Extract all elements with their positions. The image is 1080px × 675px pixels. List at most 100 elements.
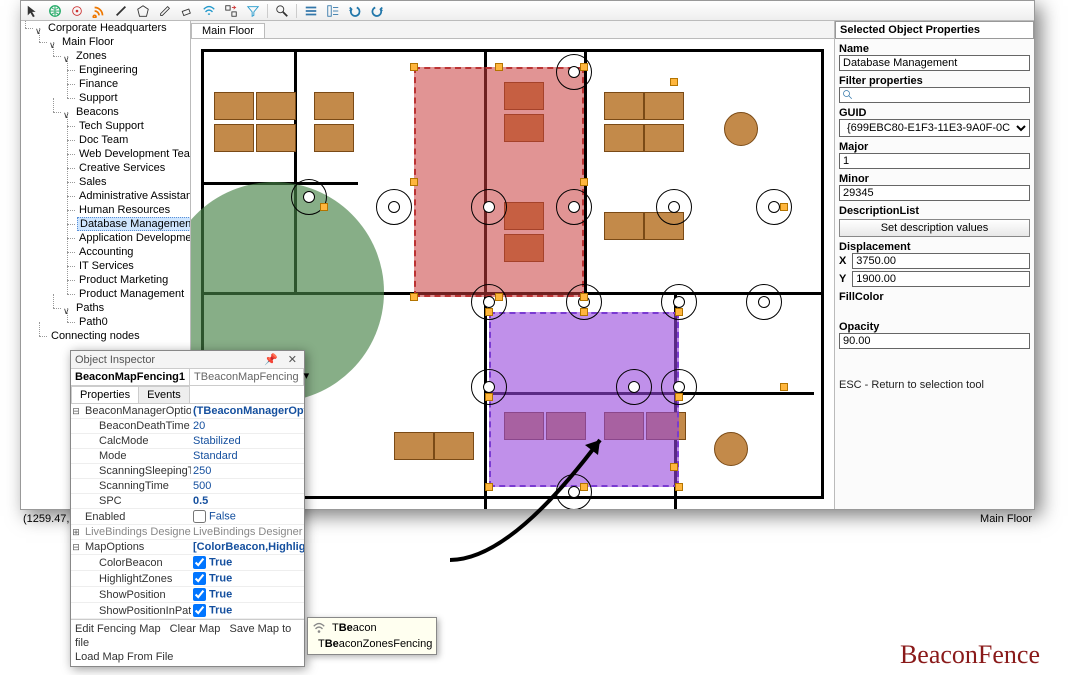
beacon[interactable] xyxy=(556,54,592,90)
prop-value[interactable]: 0.5 xyxy=(191,494,304,508)
major-field[interactable] xyxy=(839,153,1030,169)
funnel-icon[interactable] xyxy=(245,3,261,19)
x-field[interactable] xyxy=(852,253,1030,269)
tree-beacons[interactable]: Beacons xyxy=(74,106,121,118)
prop-value[interactable]: 500 xyxy=(191,479,304,493)
prop-name: Enabled xyxy=(81,510,191,524)
object-inspector[interactable]: Object Inspector 📌✕ BeaconMapFencing1 TB… xyxy=(70,350,305,667)
opacity-label: Opacity xyxy=(839,321,1030,333)
tree-item[interactable]: Finance xyxy=(77,78,120,90)
expand-toggle[interactable]: ⊞ xyxy=(71,527,81,538)
detail-view-icon[interactable] xyxy=(325,3,341,19)
edit-fencing-map[interactable]: Edit Fencing Map xyxy=(75,623,161,635)
wifi-icon[interactable] xyxy=(201,3,217,19)
y-field[interactable] xyxy=(852,271,1030,287)
pin-icon[interactable]: 📌 xyxy=(261,353,281,366)
prop-value[interactable]: True xyxy=(191,587,304,602)
tree-item[interactable]: Product Management xyxy=(77,288,186,300)
polygon-icon[interactable] xyxy=(135,3,151,19)
tree-item[interactable]: Support xyxy=(77,92,120,104)
tree-root[interactable]: Corporate Headquarters xyxy=(46,22,169,34)
globe-icon[interactable] xyxy=(47,3,63,19)
name-field[interactable] xyxy=(839,55,1030,71)
prop-value[interactable]: 250 xyxy=(191,464,304,478)
set-description-button[interactable]: Set description values xyxy=(839,219,1030,237)
pencil-icon[interactable] xyxy=(157,3,173,19)
list-view-icon[interactable] xyxy=(303,3,319,19)
tab-properties[interactable]: Properties xyxy=(71,386,139,403)
prop-name: Mode xyxy=(81,449,191,463)
tab-mainfloor[interactable]: Main Floor xyxy=(191,23,265,38)
beacon[interactable] xyxy=(616,369,652,405)
inspector-object-dropdown[interactable]: ▾ xyxy=(303,369,310,385)
line-icon[interactable] xyxy=(113,3,129,19)
filter-field[interactable] xyxy=(839,87,1030,103)
prop-name: ShowPosition xyxy=(81,588,191,602)
tree-item[interactable]: Administrative Assistant xyxy=(77,190,191,202)
prop-value[interactable]: LiveBindings Designer xyxy=(191,525,304,539)
tree-item[interactable]: Path0 xyxy=(77,316,110,328)
undo-icon[interactable] xyxy=(347,3,363,19)
prop-value[interactable]: False xyxy=(191,509,304,524)
tree-item[interactable]: Product Marketing xyxy=(77,274,170,286)
inspector-grid[interactable]: ⊟BeaconManagerOptions(TBeaconManagerOpti… xyxy=(71,404,304,619)
zone-purple[interactable] xyxy=(489,312,679,487)
expand-toggle[interactable]: ⊟ xyxy=(71,542,81,553)
tab-events[interactable]: Events xyxy=(138,386,190,403)
tree-item[interactable]: Application Development xyxy=(77,232,191,244)
clear-map[interactable]: Clear Map xyxy=(170,623,221,635)
prop-checkbox[interactable] xyxy=(193,572,206,585)
tree-paths[interactable]: Paths xyxy=(74,302,106,314)
tree-item[interactable]: Engineering xyxy=(77,64,140,76)
tree-item[interactable]: Sales xyxy=(77,176,109,188)
tree-item[interactable]: Doc Team xyxy=(77,134,130,146)
load-map[interactable]: Load Map From File xyxy=(75,651,173,663)
grid-exchange-icon[interactable] xyxy=(223,3,239,19)
prop-value[interactable]: True xyxy=(191,555,304,570)
beacon[interactable] xyxy=(471,189,507,225)
tree-zones[interactable]: Zones xyxy=(74,50,109,62)
rss-icon[interactable] xyxy=(91,3,107,19)
redo-icon[interactable] xyxy=(369,3,385,19)
beacon[interactable] xyxy=(376,189,412,225)
beacon[interactable] xyxy=(556,474,592,509)
prop-checkbox[interactable] xyxy=(193,604,206,617)
tree-item[interactable]: Creative Services xyxy=(77,162,167,174)
inspector-title: Object Inspector xyxy=(75,354,155,366)
opacity-field[interactable] xyxy=(839,333,1030,349)
tree-connecting[interactable]: Connecting nodes xyxy=(49,330,142,342)
beacon[interactable] xyxy=(556,189,592,225)
prop-checkbox[interactable] xyxy=(193,588,206,601)
close-icon[interactable]: ✕ xyxy=(285,353,300,366)
minor-field[interactable] xyxy=(839,185,1030,201)
tree-item[interactable]: Database Management xyxy=(77,217,191,231)
tree-item[interactable]: IT Services xyxy=(77,260,136,272)
beacon[interactable] xyxy=(746,284,782,320)
zone-red[interactable] xyxy=(414,67,584,297)
tree-mainfloor[interactable]: Main Floor xyxy=(60,36,116,48)
prop-value[interactable]: True xyxy=(191,603,304,618)
eraser-icon[interactable] xyxy=(179,3,195,19)
tree-item[interactable]: Human Resources xyxy=(77,204,172,216)
prop-value[interactable]: Stabilized xyxy=(191,434,304,448)
prop-value[interactable]: Standard xyxy=(191,449,304,463)
prop-checkbox[interactable] xyxy=(193,510,206,523)
target-icon[interactable] xyxy=(69,3,85,19)
prop-checkbox[interactable] xyxy=(193,556,206,569)
tooltip-line1: TBeacon xyxy=(332,620,377,636)
expand-toggle[interactable]: ⊟ xyxy=(71,406,81,417)
cursor-icon[interactable] xyxy=(25,3,41,19)
search-icon xyxy=(842,89,854,101)
branding-text: BeaconFence xyxy=(900,640,1040,670)
prop-value[interactable]: (TBeaconManagerOptions) xyxy=(191,404,304,418)
guid-select[interactable]: {699EBC80-E1F3-11E3-9A0F-0CF3EE3BC0 xyxy=(839,119,1030,137)
magnifier-icon[interactable] xyxy=(274,3,290,19)
beacon[interactable] xyxy=(656,189,692,225)
prop-value[interactable]: 20 xyxy=(191,419,304,433)
prop-value[interactable]: True xyxy=(191,571,304,586)
tree-item[interactable]: Tech Support xyxy=(77,120,146,132)
prop-name: ShowPositionInPath xyxy=(81,604,191,618)
prop-value[interactable]: [ColorBeacon,HighlightZones xyxy=(191,540,304,554)
tree-item[interactable]: Web Development Team xyxy=(77,148,191,160)
tree-item[interactable]: Accounting xyxy=(77,246,135,258)
